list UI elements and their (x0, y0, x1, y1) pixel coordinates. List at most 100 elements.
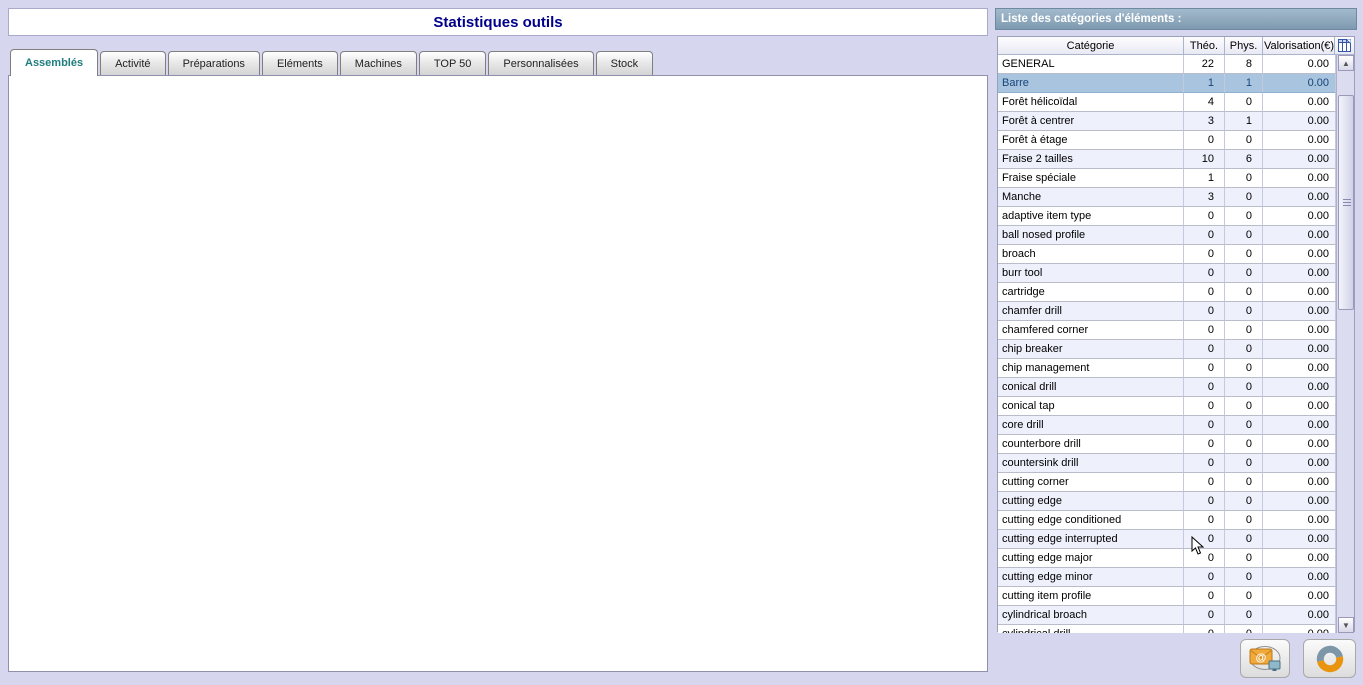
category-value: 0 (1184, 397, 1225, 416)
category-value: 0.00 (1263, 606, 1336, 625)
table-row-barre[interactable]: Barre110.00 (998, 74, 1336, 93)
email-export-button[interactable]: @ (1240, 639, 1290, 678)
category-table-header: CatégorieThéo.Phys.Valorisation(€) (998, 37, 1356, 55)
table-row-fraise-sp-ciale[interactable]: Fraise spéciale100.00 (998, 169, 1336, 188)
category-name: countersink drill (998, 454, 1184, 473)
category-value: 0 (1225, 302, 1263, 321)
tab-top-50[interactable]: TOP 50 (419, 51, 487, 76)
table-columns-icon[interactable] (1334, 37, 1354, 55)
category-value: 0.00 (1263, 473, 1336, 492)
table-row-cutting-edge-interrupted[interactable]: cutting edge interrupted000.00 (998, 530, 1336, 549)
refresh-button[interactable] (1303, 639, 1356, 678)
category-value: 0 (1225, 454, 1263, 473)
table-row-cutting-edge-conditioned[interactable]: cutting edge conditioned000.00 (998, 511, 1336, 530)
category-value: 0 (1184, 245, 1225, 264)
category-value: 0 (1184, 264, 1225, 283)
table-row-cutting-edge[interactable]: cutting edge000.00 (998, 492, 1336, 511)
tab-activit-[interactable]: Activité (100, 51, 165, 76)
category-name: Fraise spéciale (998, 169, 1184, 188)
table-row-broach[interactable]: broach000.00 (998, 245, 1336, 264)
category-name: chip management (998, 359, 1184, 378)
email-icon: @ (1246, 644, 1284, 674)
category-value: 0.00 (1263, 378, 1336, 397)
table-row-general[interactable]: GENERAL2280.00 (998, 55, 1336, 74)
table-row-adaptive-item-type[interactable]: adaptive item type000.00 (998, 207, 1336, 226)
category-table-rows: GENERAL2280.00Barre110.00Forêt hélicoïda… (998, 55, 1336, 633)
table-row-for-t-h-lico-dal[interactable]: Forêt hélicoïdal400.00 (998, 93, 1336, 112)
category-value: 0 (1184, 568, 1225, 587)
category-value: 0 (1225, 549, 1263, 568)
table-row-burr-tool[interactable]: burr tool000.00 (998, 264, 1336, 283)
donut-icon (1315, 644, 1345, 674)
category-value: 0 (1225, 511, 1263, 530)
scroll-down-button[interactable]: ▼ (1338, 617, 1354, 633)
category-value: 0 (1184, 416, 1225, 435)
category-value: 0 (1184, 283, 1225, 302)
category-value: 0 (1225, 264, 1263, 283)
category-value: 0.00 (1263, 150, 1336, 169)
table-row-fraise-2-tailles[interactable]: Fraise 2 tailles1060.00 (998, 150, 1336, 169)
tab-assembl-s[interactable]: Assemblés (10, 49, 98, 76)
scroll-up-button[interactable]: ▲ (1338, 55, 1354, 71)
category-value: 0 (1184, 131, 1225, 150)
table-row-cylindrical-drill[interactable]: cylindrical drill000.00 (998, 625, 1336, 633)
scrollbar-thumb[interactable] (1338, 95, 1354, 310)
category-name: broach (998, 245, 1184, 264)
category-value: 0 (1225, 625, 1263, 633)
category-name: cartridge (998, 283, 1184, 302)
column-header-0[interactable]: Catégorie (998, 37, 1184, 55)
table-row-counterbore-drill[interactable]: counterbore drill000.00 (998, 435, 1336, 454)
table-row-cutting-edge-major[interactable]: cutting edge major000.00 (998, 549, 1336, 568)
tab-el-ments[interactable]: Eléments (262, 51, 338, 76)
category-value: 6 (1225, 150, 1263, 169)
vertical-scrollbar[interactable]: ▲ ▼ (1336, 55, 1354, 633)
category-name: chamfered corner (998, 321, 1184, 340)
category-value: 3 (1184, 188, 1225, 207)
table-row-conical-drill[interactable]: conical drill000.00 (998, 378, 1336, 397)
table-row-chip-breaker[interactable]: chip breaker000.00 (998, 340, 1336, 359)
category-name: chip breaker (998, 340, 1184, 359)
category-value: 10 (1184, 150, 1225, 169)
table-row-cutting-corner[interactable]: cutting corner000.00 (998, 473, 1336, 492)
tab-stock[interactable]: Stock (596, 51, 654, 76)
category-value: 0 (1225, 340, 1263, 359)
category-value: 0 (1225, 245, 1263, 264)
table-row-ball-nosed-profile[interactable]: ball nosed profile000.00 (998, 226, 1336, 245)
column-header-1[interactable]: Théo. (1184, 37, 1225, 55)
table-row-conical-tap[interactable]: conical tap000.00 (998, 397, 1336, 416)
table-row-chamfer-drill[interactable]: chamfer drill000.00 (998, 302, 1336, 321)
column-header-2[interactable]: Phys. (1225, 37, 1263, 55)
category-value: 0 (1184, 606, 1225, 625)
category-name: Forêt à centrer (998, 112, 1184, 131)
column-header-3[interactable]: Valorisation(€) (1263, 37, 1336, 55)
category-value: 1 (1225, 74, 1263, 93)
table-row-manche[interactable]: Manche300.00 (998, 188, 1336, 207)
table-row-chamfered-corner[interactable]: chamfered corner000.00 (998, 321, 1336, 340)
table-row-chip-management[interactable]: chip management000.00 (998, 359, 1336, 378)
tab-personnalis-es[interactable]: Personnalisées (488, 51, 593, 76)
table-row-core-drill[interactable]: core drill000.00 (998, 416, 1336, 435)
table-row-cutting-edge-minor[interactable]: cutting edge minor000.00 (998, 568, 1336, 587)
category-value: 0.00 (1263, 264, 1336, 283)
category-name: Forêt à étage (998, 131, 1184, 150)
category-list-header: Liste des catégories d'éléments : (995, 8, 1357, 30)
category-value: 0 (1184, 454, 1225, 473)
table-row-cartridge[interactable]: cartridge000.00 (998, 283, 1336, 302)
table-row-for-t-centrer[interactable]: Forêt à centrer310.00 (998, 112, 1336, 131)
category-value: 0 (1225, 359, 1263, 378)
table-row-cylindrical-broach[interactable]: cylindrical broach000.00 (998, 606, 1336, 625)
table-row-for-t-tage[interactable]: Forêt à étage000.00 (998, 131, 1336, 150)
category-value: 0 (1184, 340, 1225, 359)
table-row-cutting-item-profile[interactable]: cutting item profile000.00 (998, 587, 1336, 606)
category-value: 0 (1184, 226, 1225, 245)
category-name: chamfer drill (998, 302, 1184, 321)
svg-text:@: @ (1256, 652, 1267, 664)
category-value: 0.00 (1263, 207, 1336, 226)
category-value: 0.00 (1263, 93, 1336, 112)
tab-machines[interactable]: Machines (340, 51, 417, 76)
category-value: 0.00 (1263, 359, 1336, 378)
category-value: 0.00 (1263, 511, 1336, 530)
category-name: Fraise 2 tailles (998, 150, 1184, 169)
table-row-countersink-drill[interactable]: countersink drill000.00 (998, 454, 1336, 473)
tab-pr-parations[interactable]: Préparations (168, 51, 260, 76)
